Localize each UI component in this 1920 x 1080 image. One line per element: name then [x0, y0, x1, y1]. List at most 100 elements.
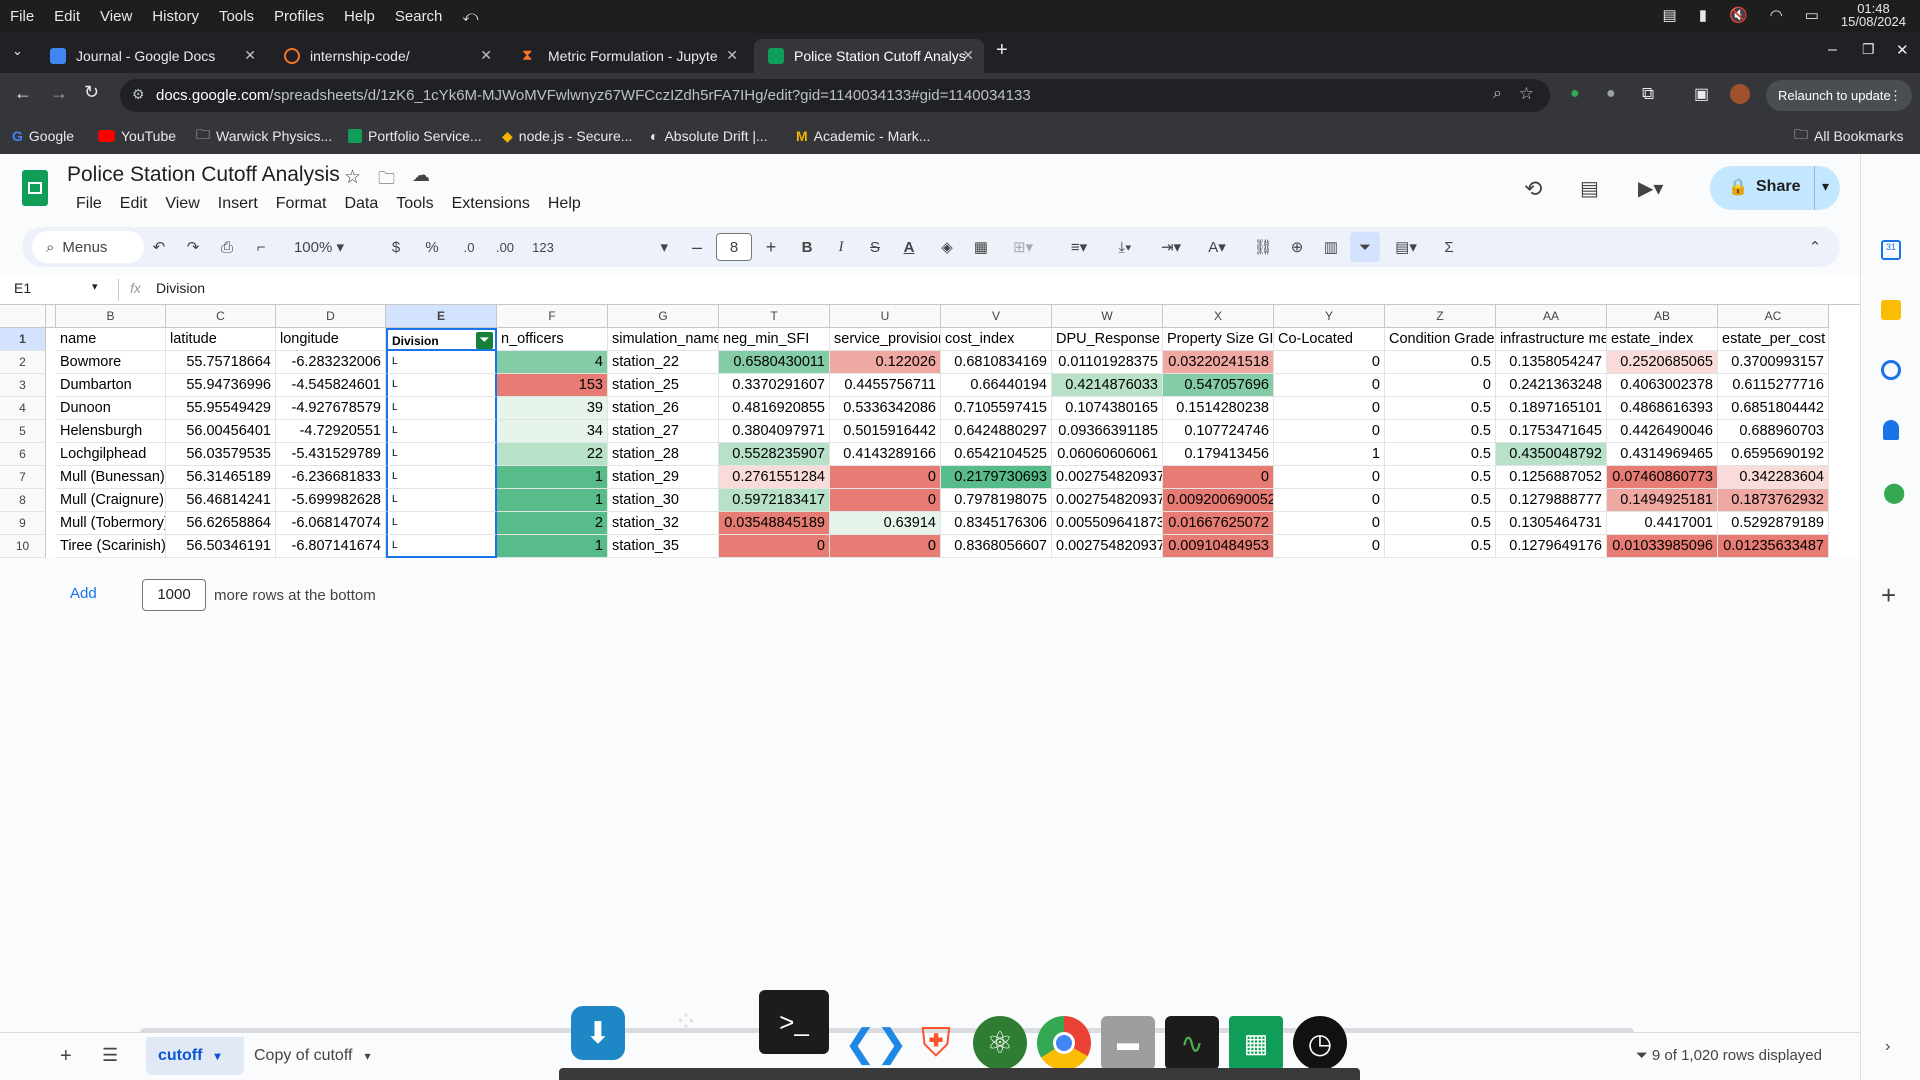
column-header-t[interactable]: T	[719, 305, 830, 328]
bookmark-nodejs[interactable]: ◆ node.js - Secure...	[502, 118, 632, 154]
data-cell[interactable]: 2	[497, 512, 608, 535]
system-menu-item[interactable]: File	[10, 8, 34, 25]
increase-decimal-button[interactable]: .00	[488, 227, 522, 267]
bold-button[interactable]: B	[792, 227, 822, 267]
data-cell[interactable]: 0	[1274, 397, 1385, 420]
data-cell[interactable]: 1	[497, 466, 608, 489]
data-cell[interactable]: 0.07460860773	[1607, 466, 1718, 489]
data-cell[interactable]: 153	[497, 374, 608, 397]
header-cell[interactable]: simulation_name	[608, 328, 719, 351]
data-cell[interactable]: station_30	[608, 489, 719, 512]
tab-internship-code[interactable]: internship-code/ ✕	[270, 39, 502, 73]
forward-icon[interactable]: →	[50, 83, 68, 104]
header-cell[interactable]: estate_index	[1607, 328, 1718, 351]
comments-icon[interactable]: ▤	[1580, 176, 1599, 201]
italic-button[interactable]: I	[826, 227, 856, 267]
text-color-button[interactable]: A	[894, 227, 924, 267]
data-cell[interactable]: 0.1279888777	[1496, 489, 1607, 512]
filter-icon[interactable]: ⏷	[1350, 232, 1380, 262]
data-cell[interactable]: 0	[1274, 351, 1385, 374]
data-cell[interactable]: -6.236681833	[276, 466, 386, 489]
data-cell[interactable]: 0	[1274, 374, 1385, 397]
data-cell[interactable]: 1	[497, 535, 608, 558]
data-cell[interactable]: station_28	[608, 443, 719, 466]
menu-view[interactable]: View	[156, 195, 208, 213]
data-cell[interactable]: -4.545824601	[276, 374, 386, 397]
share-dropdown-icon[interactable]: ▾	[1822, 178, 1829, 195]
tab-police-station[interactable]: Police Station Cutoff Analys ✕	[754, 39, 984, 73]
data-cell[interactable]: 56.03579535	[166, 443, 276, 466]
data-cell[interactable]: 0	[830, 489, 941, 512]
data-cell[interactable]: 0.4417001	[1607, 512, 1718, 535]
row-header[interactable]: 3	[0, 374, 46, 397]
volume-muted-icon[interactable]: 🔇	[1729, 6, 1748, 24]
data-cell[interactable]: 0.01235633487	[1718, 535, 1829, 558]
data-cell[interactable]: 56.62658864	[166, 512, 276, 535]
header-cell[interactable]: neg_min_SFI	[719, 328, 830, 351]
data-cell[interactable]: 0.5528235907	[719, 443, 830, 466]
back-icon[interactable]: ←	[14, 83, 32, 104]
header-cell[interactable]: Co-Located	[1274, 328, 1385, 351]
data-cell[interactable]: 1	[497, 489, 608, 512]
header-cell[interactable]: estate_per_cost	[1718, 328, 1829, 351]
row-header[interactable]: 6	[0, 443, 46, 466]
system-menu-item[interactable]: History	[152, 8, 199, 25]
bookmark-absolute-drift[interactable]: ◐ Absolute Drift |...	[650, 118, 768, 154]
data-cell[interactable]: 0.5292879189	[1718, 512, 1829, 535]
data-cell[interactable]: 0.5336342086	[830, 397, 941, 420]
data-cell[interactable]: 0.107724746	[1163, 420, 1274, 443]
extension-icon[interactable]: ●	[1606, 85, 1616, 103]
data-cell[interactable]: -6.068147074	[276, 512, 386, 535]
column-header-y[interactable]: Y	[1274, 305, 1385, 328]
data-cell[interactable]: 0	[1274, 420, 1385, 443]
paint-format-icon[interactable]: ⌐	[246, 227, 276, 267]
data-cell[interactable]: 1	[1274, 443, 1385, 466]
column-header-b[interactable]: B	[56, 305, 166, 328]
keep-icon[interactable]	[1881, 300, 1901, 320]
data-cell[interactable]: 0.5	[1385, 443, 1496, 466]
data-cell[interactable]: 56.31465189	[166, 466, 276, 489]
data-cell[interactable]: 4	[497, 351, 608, 374]
downloader-icon[interactable]: ⬇	[571, 1006, 625, 1060]
decrease-decimal-button[interactable]: .0	[454, 227, 484, 267]
maximize-icon[interactable]: ❐	[1862, 41, 1875, 58]
data-cell[interactable]: L	[386, 535, 497, 558]
row-header[interactable]: 2	[0, 351, 46, 374]
zoom-select[interactable]: 100% ▾	[284, 227, 354, 267]
text-rotation-icon[interactable]: A▾	[1196, 227, 1238, 267]
name-box[interactable]: E1 ▾	[14, 280, 104, 296]
data-cell[interactable]: 0.2761551284	[719, 466, 830, 489]
hide-side-panel-icon[interactable]: ›	[1885, 1038, 1890, 1056]
data-cell[interactable]: 0.03548845189	[719, 512, 830, 535]
data-cell[interactable]: 0.009200690052	[1163, 489, 1274, 512]
data-cell[interactable]: 0.6115277716	[1718, 374, 1829, 397]
formula-input[interactable]: Division	[156, 280, 1756, 296]
data-cell[interactable]: L	[386, 397, 497, 420]
data-cell[interactable]: 0.2179730693	[941, 466, 1052, 489]
data-cell[interactable]: 0.01033985096	[1607, 535, 1718, 558]
data-cell[interactable]: -6.807141674	[276, 535, 386, 558]
data-cell[interactable]: 0.01101928375	[1052, 351, 1163, 374]
data-cell[interactable]: 22	[497, 443, 608, 466]
move-folder-icon[interactable]: 🗀	[378, 166, 395, 195]
relaunch-button[interactable]: Relaunch to update ⋮	[1766, 80, 1912, 111]
filter-views-icon[interactable]: ▤▾	[1386, 227, 1426, 267]
row-header[interactable]: 7	[0, 466, 46, 489]
data-cell[interactable]: 0.6595690192	[1718, 443, 1829, 466]
data-cell[interactable]: 0.3370291607	[719, 374, 830, 397]
data-cell[interactable]: station_29	[608, 466, 719, 489]
menu-file[interactable]: File	[67, 195, 111, 213]
tab-search-icon[interactable]: ⌄	[12, 43, 23, 59]
data-cell[interactable]: L	[386, 466, 497, 489]
column-header-aa[interactable]: AA	[1496, 305, 1607, 328]
data-cell[interactable]: -5.699982628	[276, 489, 386, 512]
data-cell[interactable]: 0.8368056607	[941, 535, 1052, 558]
system-monitor-icon[interactable]: ∿	[1165, 1016, 1219, 1070]
data-cell[interactable]: 55.94736996	[166, 374, 276, 397]
data-cell[interactable]: station_35	[608, 535, 719, 558]
data-cell[interactable]: 0.7105597415	[941, 397, 1052, 420]
data-cell[interactable]: 0.3804097971	[719, 420, 830, 443]
data-cell[interactable]: Helensburgh	[56, 420, 166, 443]
data-cell[interactable]: L	[386, 443, 497, 466]
header-cell[interactable]: name	[56, 328, 166, 351]
